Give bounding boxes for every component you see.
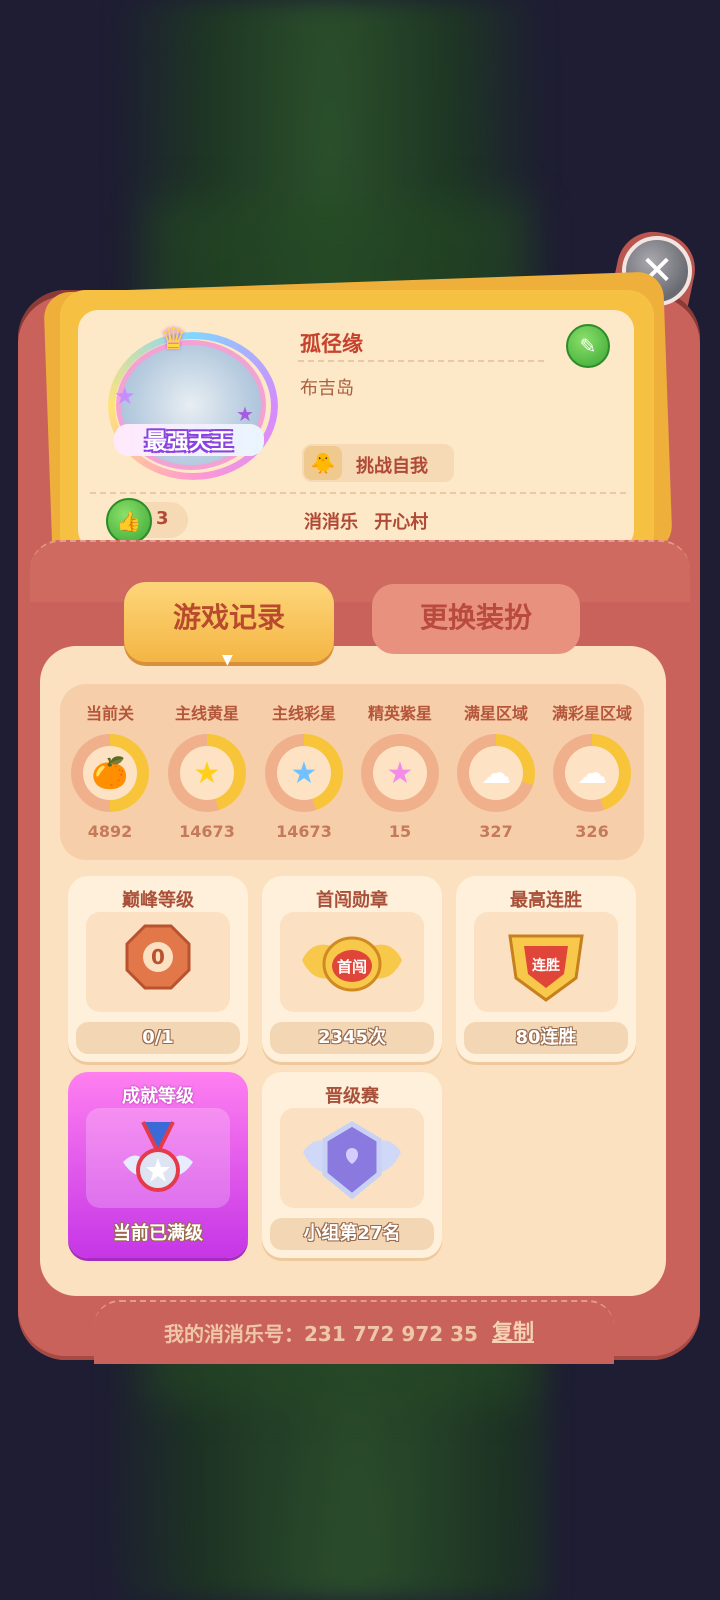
like-count: 3: [156, 508, 169, 529]
tab-game-records-label: 游戏记录: [172, 601, 285, 634]
tile-title: 巅峰等级: [122, 890, 194, 911]
tile-value: 80连胜: [464, 1022, 628, 1054]
winged-medal-icon: 首闯: [262, 922, 442, 1006]
divider: [90, 492, 626, 494]
stat-rainbow-stars[interactable]: 主线彩星 ★ 14673: [256, 700, 352, 841]
progress-ring: ★: [168, 734, 246, 812]
shield-badge-icon: 连胜: [456, 922, 636, 1010]
stat-label: 满彩星区域: [551, 704, 632, 723]
stat-label: 主线黄星: [174, 704, 239, 723]
tab-game-records[interactable]: 游戏记录: [124, 582, 334, 662]
edit-profile-button[interactable]: ✎: [566, 324, 610, 368]
group-tags: 消消乐 开心村: [304, 508, 428, 534]
stat-value: 4892: [87, 822, 133, 841]
crown-icon: ♛: [160, 322, 187, 357]
chick-icon: 🐥: [304, 446, 342, 480]
purple-star-icon: ★: [373, 746, 427, 800]
progress-ring: ☁: [553, 734, 631, 812]
stat-value: 327: [479, 822, 513, 841]
tile-value: 小组第27名: [270, 1218, 434, 1250]
streak-badge-label: 连胜: [532, 957, 560, 974]
star-icon: ★: [114, 382, 136, 410]
tile-highest-streak[interactable]: 最高连胜 连胜 80连胜: [456, 876, 636, 1062]
stat-purple-stars[interactable]: 精英紫星 ★ 15: [352, 700, 448, 841]
tile-title: 首闯勋章: [316, 890, 388, 911]
rainbow-star-icon: ★: [277, 746, 331, 800]
stat-full-star-zones[interactable]: 满星区域 ☁ 327: [448, 700, 544, 841]
peak-badge-number: 0: [151, 945, 165, 969]
tile-value: 2345次: [270, 1022, 434, 1054]
tile-value: 当前已满级: [113, 1223, 203, 1244]
stat-value: 326: [575, 822, 609, 841]
stat-label: 精英紫星: [367, 704, 432, 723]
stat-label: 当前关: [85, 704, 134, 723]
tile-first-clear-medal[interactable]: 首闯勋章 首闯 2345次: [262, 876, 442, 1062]
cloud-star-icon: ☁: [469, 746, 523, 800]
username: 孤径缘: [300, 332, 363, 356]
avatar-title-label: 最强天王: [114, 424, 264, 456]
location-text: 布吉岛: [300, 378, 354, 399]
divider: [298, 360, 544, 362]
thumbs-up-icon: 👍: [116, 509, 142, 533]
group-secondary: 开心村: [374, 512, 429, 533]
stat-value: 14673: [276, 822, 332, 841]
tile-peak-level[interactable]: 巅峰等级 0 0/1: [68, 876, 248, 1062]
stat-yellow-stars[interactable]: 主线黄星 ★ 14673: [159, 700, 255, 841]
ribbon-medal-icon: [68, 1118, 248, 1206]
tab-dress-up[interactable]: 更换装扮: [372, 584, 580, 654]
tile-title: 最高连胜: [510, 890, 582, 911]
yellow-star-icon: ★: [180, 746, 234, 800]
progress-ring: ☁: [457, 734, 535, 812]
tile-achievement-level[interactable]: 成就等级 当前已满级: [68, 1072, 248, 1258]
tile-title: 晋级赛: [325, 1086, 379, 1107]
tab-dress-up-label: 更换装扮: [419, 601, 532, 634]
stat-label: 主线彩星: [271, 704, 336, 723]
copy-button[interactable]: 复制: [492, 1316, 534, 1346]
stat-value: 14673: [179, 822, 235, 841]
stat-label: 满星区域: [463, 704, 528, 723]
stat-current-level[interactable]: 当前关 🍊 4892: [62, 700, 158, 841]
progress-ring: ★: [361, 734, 439, 812]
progress-ring: 🍊: [71, 734, 149, 812]
stat-full-rainbow-zones[interactable]: 满彩星区域 ☁ 326: [544, 700, 640, 841]
tile-value: 0/1: [76, 1022, 240, 1054]
tile-promotion-match[interactable]: 晋级赛 小组第27名: [262, 1072, 442, 1258]
player-id-label: 我的消消乐号：231 772 972 35: [164, 1322, 478, 1346]
challenge-label: 挑战自我: [356, 456, 428, 477]
tile-title: 成就等级: [122, 1086, 194, 1107]
stat-value: 15: [388, 822, 412, 841]
cloud-rainbow-icon: ☁: [565, 746, 619, 800]
group-primary: 消消乐: [304, 512, 358, 533]
winged-rank-badge-icon: [262, 1118, 442, 1206]
like-button[interactable]: 👍: [106, 498, 152, 544]
octagon-badge-icon: 0: [68, 922, 248, 996]
fruit-icon: 🍊: [83, 746, 137, 800]
progress-ring: ★: [265, 734, 343, 812]
star-icon: ★: [236, 402, 254, 426]
caret-down-icon: ▼: [222, 652, 233, 668]
first-medal-label: 首闯: [337, 958, 367, 976]
pencil-icon: ✎: [579, 334, 597, 358]
